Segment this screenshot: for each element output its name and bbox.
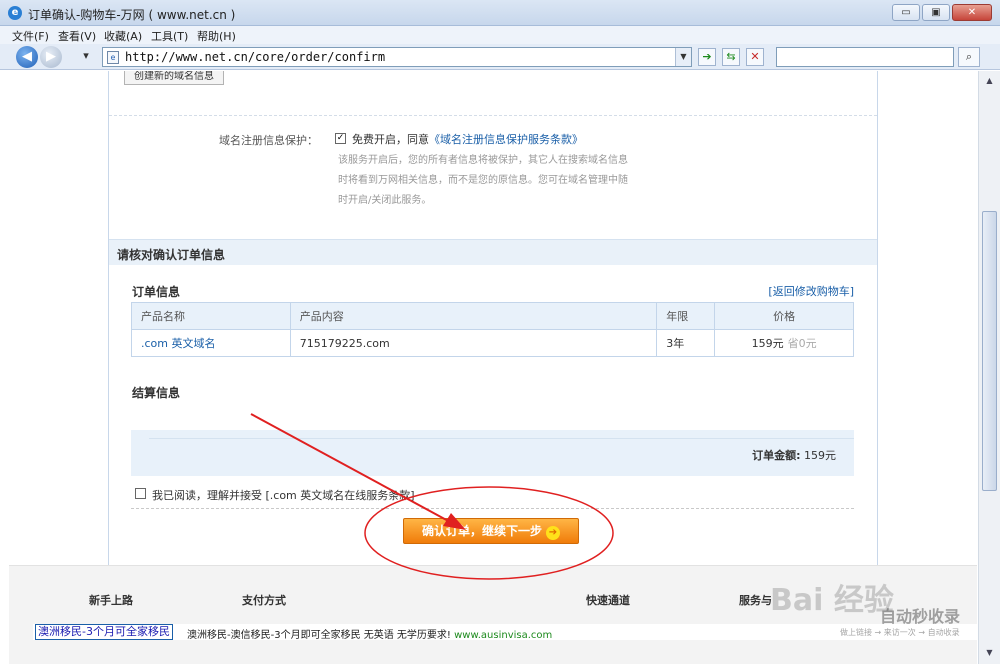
back-icon[interactable]: ◀ xyxy=(16,46,38,68)
stop-icon[interactable]: ✕ xyxy=(746,48,764,66)
window-title: 订单确认-购物车-万网 ( www.net.cn ) xyxy=(28,8,236,22)
url-dropdown-icon[interactable]: ▼ xyxy=(675,48,691,66)
menu-tools[interactable]: 工具(T) xyxy=(151,28,188,44)
ie-icon: e xyxy=(8,6,22,20)
menu-file[interactable]: 文件(F) xyxy=(12,28,49,44)
url-text: http://www.net.cn/core/order/confirm xyxy=(125,50,386,64)
recent-pages-icon[interactable]: ▾ xyxy=(78,48,94,66)
search-input[interactable] xyxy=(776,47,954,67)
page-viewport: 创建新的域名信息 域名注册信息保护： ✓ 免费开启，同意《域名注册信息保护服务条… xyxy=(0,71,978,664)
annotation-ellipse xyxy=(364,486,614,580)
minimize-button[interactable]: ▭ xyxy=(892,4,920,21)
search-icon[interactable]: ⌕ xyxy=(958,47,980,67)
page-icon: e xyxy=(107,51,119,64)
annotation-arrowhead xyxy=(443,513,466,530)
address-bar: ◀ ▶ ▾ e http://www.net.cn/core/order/con… xyxy=(0,44,1000,70)
scroll-thumb[interactable] xyxy=(982,211,997,491)
annotation-arrow xyxy=(250,413,453,524)
menu-help[interactable]: 帮助(H) xyxy=(197,28,236,44)
menu-view[interactable]: 查看(V) xyxy=(58,28,96,44)
vertical-scrollbar[interactable]: ▲ ▼ xyxy=(978,71,1000,664)
menu-bar: 文件(F) 查看(V) 收藏(A) 工具(T) 帮助(H) xyxy=(0,26,1000,44)
title-bar: e 订单确认-购物车-万网 ( www.net.cn ) ▭ ▣ ✕ xyxy=(0,0,1000,26)
scroll-down-icon[interactable]: ▼ xyxy=(982,645,997,660)
refresh-icon[interactable]: ⇆ xyxy=(722,48,740,66)
close-button[interactable]: ✕ xyxy=(952,4,992,21)
url-field[interactable]: e http://www.net.cn/core/order/confirm ▼ xyxy=(102,47,692,67)
scroll-up-icon[interactable]: ▲ xyxy=(982,73,997,88)
go-icon[interactable]: ➔ xyxy=(698,48,716,66)
restore-button[interactable]: ▣ xyxy=(922,4,950,21)
menu-favorites[interactable]: 收藏(A) xyxy=(104,28,142,44)
forward-icon[interactable]: ▶ xyxy=(40,46,62,68)
annotation-overlay xyxy=(250,413,614,580)
